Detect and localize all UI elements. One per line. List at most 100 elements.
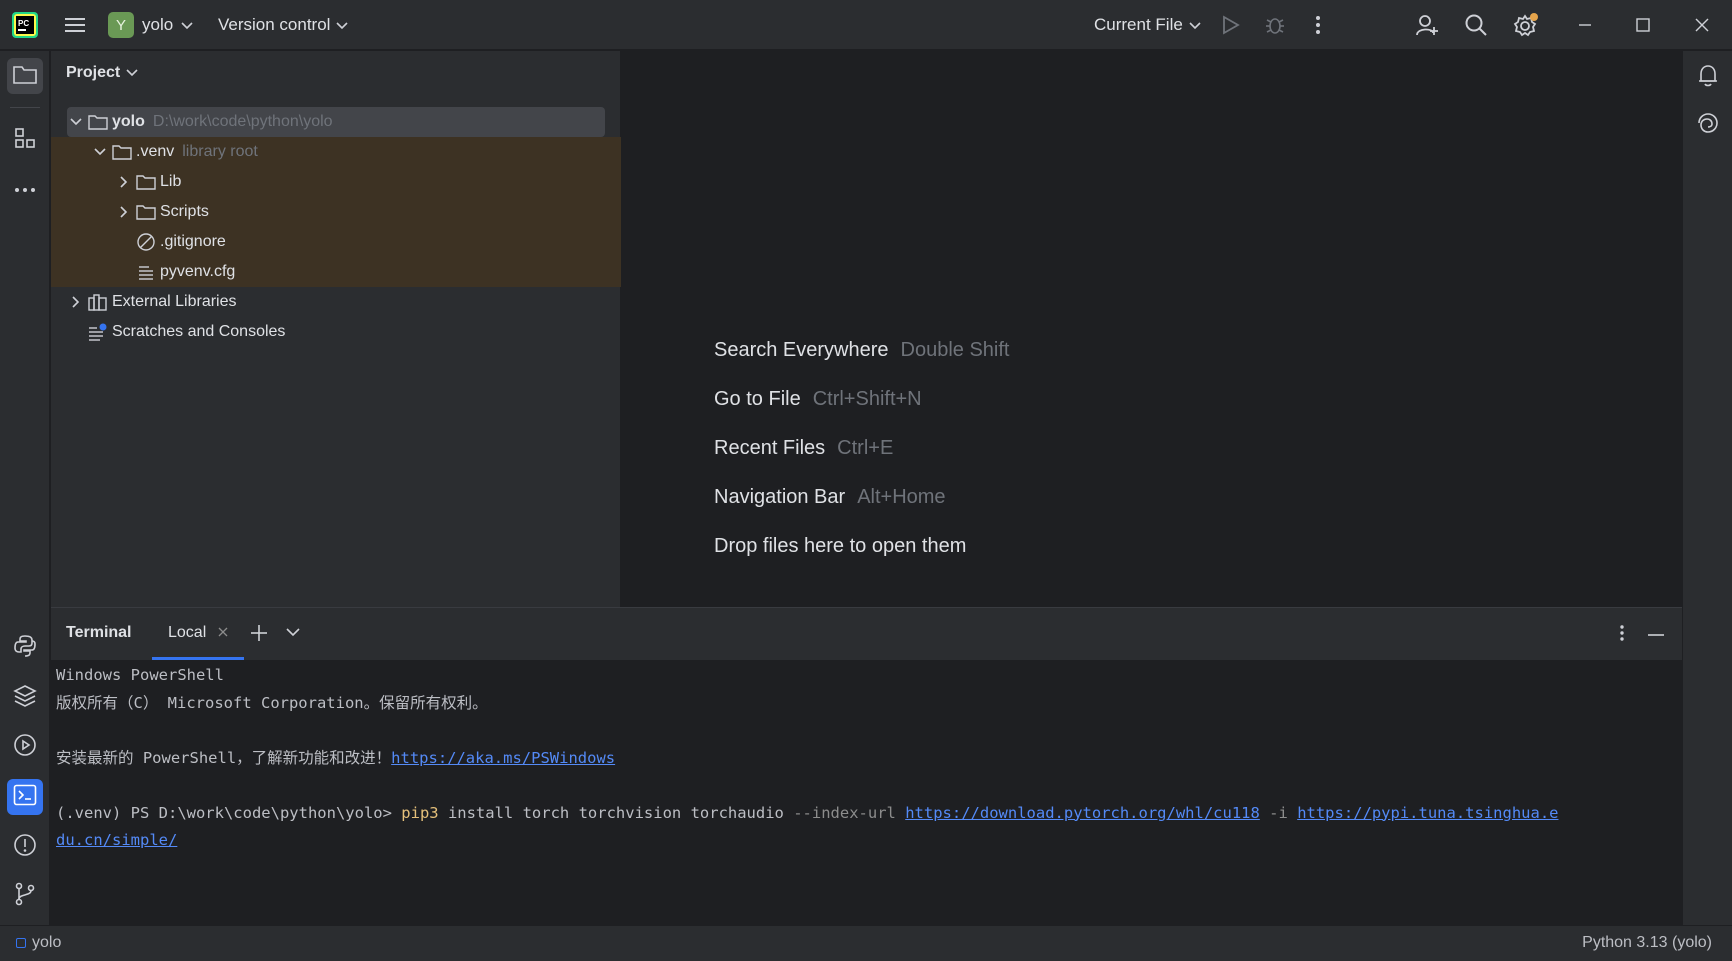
chevron-right-icon[interactable]: [113, 171, 135, 193]
vcs-label: Version control: [218, 15, 331, 34]
version-control-menu[interactable]: Version control: [218, 10, 349, 40]
close-tab-icon[interactable]: [218, 624, 228, 642]
hamburger-menu-icon[interactable]: [60, 10, 90, 40]
tree-item-label: External Libraries: [112, 293, 237, 310]
pycharm-logo[interactable]: PC: [12, 12, 38, 38]
terminal-link[interactable]: https://pypi.tuna.tsinghua.e: [1297, 804, 1558, 822]
status-interpreter[interactable]: Python 3.13 (yolo): [1582, 934, 1712, 952]
project-panel-header[interactable]: Project: [66, 64, 138, 82]
chevron-down-icon: [336, 15, 349, 35]
close-icon[interactable]: [1682, 8, 1722, 42]
svg-text:PC: PC: [18, 19, 29, 28]
hint-label: Recent Files: [714, 437, 826, 459]
tree-item-lib[interactable]: Lib: [51, 167, 621, 197]
left-tool-strip: [0, 51, 50, 925]
hint-navigation-bar: Navigation Bar Alt+Home: [714, 486, 946, 509]
editor-area: Search Everywhere Double Shift Go to Fil…: [622, 51, 1682, 607]
maximize-icon[interactable]: [1623, 8, 1663, 42]
terminal-text: 安装最新的 PowerShell，了解新功能和改进！: [56, 748, 392, 767]
tree-item-yolo[interactable]: yolo D:\work\code\python\yolo: [51, 107, 621, 137]
bell-icon: [1697, 63, 1719, 92]
terminal-args: install torch torchvision torchaudio: [438, 803, 794, 822]
minimize-icon[interactable]: [1565, 8, 1605, 42]
more-vertical-icon[interactable]: [1619, 624, 1625, 642]
terminal-flag: -i: [1269, 803, 1288, 822]
hide-panel-icon[interactable]: [1648, 633, 1664, 637]
hint-go-to-file: Go to File Ctrl+Shift+N: [714, 388, 922, 411]
run-icon[interactable]: [1216, 10, 1246, 40]
structure-icon: [14, 127, 36, 154]
terminal-link[interactable]: https://aka.ms/PSWindows: [391, 749, 615, 767]
terminal-tool-button[interactable]: [7, 779, 43, 815]
tree-item-external-libraries[interactable]: External Libraries: [51, 287, 621, 317]
status-project-name: yolo: [32, 934, 62, 951]
notifications-button[interactable]: [1690, 59, 1726, 95]
tree-item-label: Scripts: [160, 203, 209, 220]
layers-icon: [13, 684, 37, 713]
project-badge: Y: [108, 12, 134, 38]
python-packages-button[interactable]: [7, 680, 43, 716]
hint-shortcut: Ctrl+Shift+N: [812, 388, 922, 410]
tree-item-pyvenv-cfg[interactable]: pyvenv.cfg: [51, 257, 621, 287]
chevron-right-icon[interactable]: [65, 291, 87, 313]
terminal-line: Windows PowerShell: [56, 666, 224, 684]
terminal-link[interactable]: https://download.pytorch.org/whl/cu118: [905, 804, 1260, 822]
search-icon[interactable]: [1461, 10, 1491, 40]
hint-label: Drop files here to open them: [714, 535, 967, 557]
library-icon: [87, 291, 109, 313]
tree-item-gitignore[interactable]: .gitignore: [51, 227, 621, 257]
terminal-prompt: (.venv) PS D:\work\code\python\yolo>: [56, 803, 402, 822]
chevron-down-icon[interactable]: [89, 141, 111, 163]
run-config-selector[interactable]: Current File: [1094, 10, 1201, 40]
chevron-down-icon: [126, 64, 138, 82]
terminal-tab-local[interactable]: Local: [152, 608, 245, 660]
git-button[interactable]: [7, 878, 43, 914]
terminal-link[interactable]: du.cn/simple/: [56, 831, 177, 849]
terminal-command: pip3: [401, 803, 439, 822]
tree-item-label: yolo: [112, 113, 145, 130]
terminal-command-line: (.venv) PS D:\work\code\python\yolo> pip…: [56, 800, 1672, 828]
python-console-button[interactable]: [7, 630, 43, 666]
tab-dropdown-chevron-icon[interactable]: [286, 628, 300, 637]
ai-assistant-button[interactable]: [1690, 107, 1726, 143]
right-tool-strip: [1682, 51, 1732, 925]
add-user-icon[interactable]: [1412, 10, 1442, 40]
hint-label: Search Everywhere: [714, 339, 889, 361]
terminal-output[interactable]: Windows PowerShell 版权所有（C） Microsoft Corp…: [56, 662, 1672, 855]
tree-item-scratches[interactable]: Scratches and Consoles: [51, 317, 621, 347]
new-tab-plus-icon[interactable]: [250, 624, 268, 642]
more-vertical-icon[interactable]: [1303, 10, 1333, 40]
services-button[interactable]: [7, 729, 43, 765]
tree-item-scripts[interactable]: Scripts: [51, 197, 621, 227]
tree-item-path: D:\work\code\python\yolo: [152, 113, 333, 130]
hint-shortcut: Double Shift: [900, 339, 1010, 361]
tree-item-venv[interactable]: .venv library root: [51, 137, 621, 167]
terminal-line: 版权所有（C） Microsoft Corporation。保留所有权利。: [56, 693, 488, 712]
scratches-icon: [87, 321, 109, 343]
debug-icon[interactable]: [1260, 10, 1290, 40]
hint-label: Navigation Bar: [714, 486, 846, 508]
terminal-header: Terminal Local: [51, 608, 1682, 660]
problems-button[interactable]: [7, 829, 43, 865]
more-horizontal-icon: [14, 180, 36, 198]
status-bar: yolo Python 3.13 (yolo): [0, 925, 1732, 961]
folder-icon: [87, 111, 109, 133]
terminal-flag: --index-url: [793, 803, 896, 822]
structure-tool-button[interactable]: [7, 122, 43, 158]
tree-item-label: Lib: [160, 173, 182, 190]
hint-recent-files: Recent Files Ctrl+E: [714, 437, 893, 460]
title-bar: PC Y yolo Version control Current File: [0, 0, 1732, 50]
folder-icon: [135, 171, 157, 193]
settings-icon[interactable]: [1511, 10, 1541, 40]
chevron-down-icon[interactable]: [65, 111, 87, 133]
terminal-tab-label: Local: [168, 623, 207, 641]
status-project[interactable]: yolo: [16, 934, 61, 952]
project-selector[interactable]: Y yolo: [108, 10, 193, 40]
project-tool-button[interactable]: [7, 58, 43, 94]
ignored-file-icon: [135, 231, 157, 253]
python-console-icon: [13, 634, 37, 663]
chevron-right-icon[interactable]: [113, 201, 135, 223]
hint-label: Go to File: [714, 388, 801, 410]
more-tools-button[interactable]: [7, 171, 43, 207]
folder-icon: [13, 64, 37, 89]
